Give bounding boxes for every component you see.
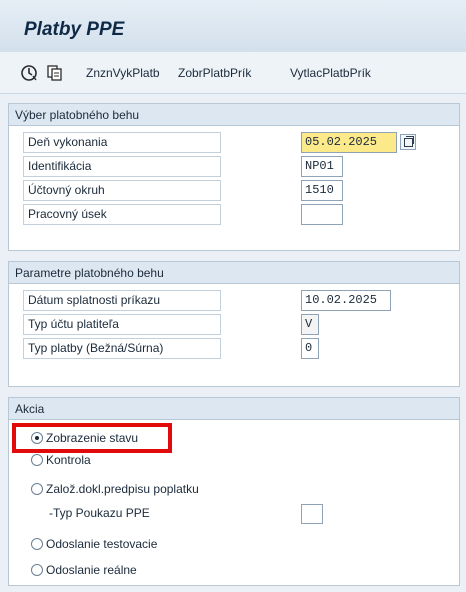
voucher-type-label: -Typ Poukazu PPE [49, 506, 150, 520]
execution-date-input[interactable]: 05.02.2025 [301, 132, 397, 153]
parameters-group: Parametre platobného behu Dátum splatnos… [8, 261, 460, 387]
due-date-label: Dátum splatnosti príkazu [23, 290, 221, 311]
radio-label: Zobrazenie stavu [46, 431, 139, 445]
action-group-title: Akcia [9, 398, 459, 420]
radio-label: Odoslanie testovacie [46, 537, 158, 551]
selection-group: Výber platobného behu Deň vykonania 05.0… [8, 103, 460, 251]
radio-send-test[interactable]: Odoslanie testovacie [31, 534, 157, 554]
vytlacplatbprik-button[interactable]: VytlacPlatbPrík [290, 66, 371, 80]
business-area-label: Pracovný úsek [23, 204, 221, 225]
radio-create-fee-document[interactable]: Založ.dokl.predpisu poplatku [31, 479, 199, 499]
radio-button-selected[interactable] [31, 432, 43, 444]
payment-type-label: Typ platby (Bežná/Súrna) [23, 338, 221, 359]
zobrplatbprik-button[interactable]: ZobrPlatbPrík [178, 66, 251, 80]
title-bar: Platby PPE [0, 0, 466, 52]
get-variant-icon[interactable] [46, 64, 64, 82]
application-toolbar: ZnznVykPlatb ZobrPlatbPrík VytlacPlatbPr… [0, 52, 466, 94]
payment-type-input[interactable]: 0 [301, 338, 319, 359]
execute-clock-icon[interactable] [20, 64, 38, 82]
payer-account-type-label: Typ účtu platiteľa [23, 314, 221, 335]
radio-button[interactable] [31, 454, 43, 466]
radio-button[interactable] [31, 538, 43, 550]
company-code-input[interactable]: 1510 [301, 180, 343, 201]
radio-button[interactable] [31, 564, 43, 576]
znznvykplatb-button[interactable]: ZnznVykPlatb [86, 66, 160, 80]
business-area-input[interactable] [301, 204, 343, 225]
identification-label: Identifikácia [23, 156, 221, 177]
radio-label: Kontrola [46, 453, 91, 467]
selection-group-title: Výber platobného behu [9, 104, 459, 126]
radio-send-real[interactable]: Odoslanie reálne [31, 560, 137, 580]
due-date-input[interactable]: 10.02.2025 [301, 290, 391, 311]
identification-input[interactable]: NP01 [301, 156, 343, 177]
radio-status-display[interactable]: Zobrazenie stavu [31, 428, 138, 448]
radio-label: Odoslanie reálne [46, 563, 137, 577]
radio-check[interactable]: Kontrola [31, 450, 91, 470]
radio-label: Založ.dokl.predpisu poplatku [46, 482, 199, 496]
parameters-group-title: Parametre platobného behu [9, 262, 459, 284]
payer-account-type-input[interactable]: V [301, 314, 319, 335]
date-picker-icon[interactable] [400, 134, 416, 150]
action-group: Akcia Zobrazenie stavu Kontrola Založ.do… [8, 397, 460, 586]
radio-button[interactable] [31, 483, 43, 495]
execution-date-label: Deň vykonania [23, 132, 221, 153]
window-title: Platby PPE [24, 19, 125, 40]
voucher-type-input[interactable] [301, 504, 323, 524]
company-code-label: Účtovný okruh [23, 180, 221, 201]
